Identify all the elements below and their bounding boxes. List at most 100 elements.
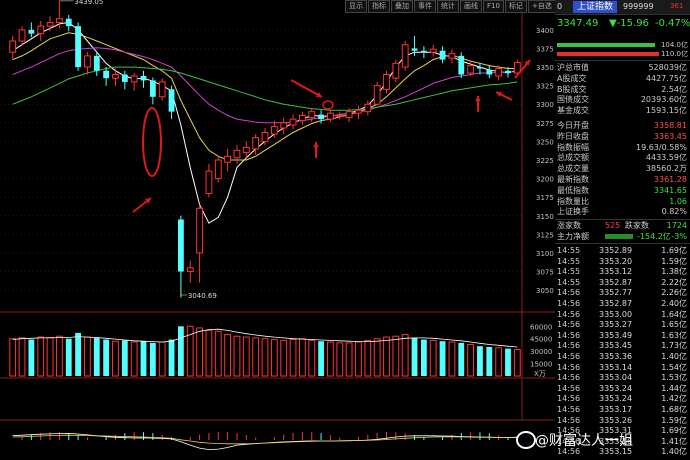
index-name-tab[interactable]: 上证指数 [573, 1, 618, 13]
tick-time: 14:56 [557, 383, 581, 393]
candle-body [448, 53, 456, 59]
high-price-label: 3439.05 [74, 0, 103, 6]
stat-row: 总成交量 38560.2万 [555, 164, 690, 174]
stat-value: 20393.60亿 [640, 95, 687, 105]
toolbar-drawline-button[interactable]: 画线 [460, 0, 482, 13]
tick-row: 14:56 3352.87 2.40亿 [555, 299, 690, 309]
volume-bar [411, 337, 418, 376]
tick-row: 14:56 3353.45 1.73亿 [555, 341, 690, 351]
divider [555, 60, 690, 61]
tick-row: 14:56 3353.17 1.68亿 [555, 405, 690, 415]
volume-bar [168, 339, 175, 376]
candle-body [308, 111, 316, 119]
volume-bar [112, 340, 119, 377]
kline-chart-area[interactable]: 3050 3075 3100 3125 3150 3175 3200 3225 3250 3275… [0, 0, 555, 460]
stat-row: 指数振幅 19.63/0.58% [555, 143, 690, 153]
tick-volume: 2.26亿 [661, 288, 687, 298]
chart-toolbar: 显示 指标 叠加 事件 统计 画线 F10 标记 +自选 返回 [345, 0, 580, 13]
tick-time: 14:56 [557, 394, 581, 404]
tick-price: 3353.36 [599, 352, 633, 361]
tick-price: 3353.27 [599, 320, 633, 330]
tick-price: 3353.17 [599, 405, 633, 414]
tick-row: 14:55 3352.87 2.22亿 [555, 278, 690, 288]
tick-time: 14:56 [557, 309, 581, 319]
toolbar-event-button[interactable]: 事件 [414, 0, 436, 13]
candle-body [420, 50, 427, 53]
volume-bar [37, 336, 45, 377]
candle-body [289, 118, 297, 126]
candle-body [158, 81, 166, 98]
toolbar-overlay-button[interactable]: 叠加 [391, 0, 413, 13]
candle-body [93, 55, 100, 71]
volume-bar [318, 341, 324, 376]
main-netflow: 主力净额 -154.2亿 -3% [555, 232, 690, 242]
volume-bar [46, 336, 54, 377]
panel-index-num: 0 [557, 2, 563, 11]
volume-bar [308, 339, 316, 377]
stat-value: 4433.59亿 [645, 153, 687, 163]
price-tick-label: 3125 [536, 231, 554, 239]
stat-value: 4427.75亿 [645, 73, 687, 83]
price-tick-label: 3175 [536, 194, 554, 202]
volume-bar [75, 332, 81, 376]
ratio-bar-2-fill [557, 52, 659, 56]
tick-volume: 1.65亿 [661, 320, 687, 330]
toolbar-mark-button[interactable]: 标记 [504, 0, 527, 13]
stat-row: 上证换手 0.82% [555, 207, 690, 217]
candle-body [242, 146, 250, 154]
volume-unit-label: X万 [534, 370, 546, 378]
candle-body [168, 89, 175, 112]
volume-tick-label: 15000 [530, 361, 552, 369]
stat-value: 3361.28 [653, 175, 687, 184]
tick-time: 14:56 [557, 352, 581, 361]
stat-label: B股成交 [557, 84, 587, 94]
volume-bar [280, 339, 288, 377]
down-count: 1724 [666, 221, 687, 230]
volume-bar [486, 347, 493, 376]
tick-volume: 1.40亿 [661, 352, 687, 361]
volume-bar [270, 339, 278, 377]
candle-body [486, 70, 493, 75]
tick-volume: 1.38亿 [661, 267, 687, 277]
volume-bar [392, 335, 400, 377]
stat-value: 2.54亿 [661, 84, 687, 94]
toolbar-f10-button[interactable]: F10 [483, 0, 504, 13]
volume-bar [214, 330, 222, 377]
candle-body [392, 62, 400, 79]
volume-bar [467, 344, 474, 377]
volume-bar [383, 336, 390, 377]
volume-bar [252, 337, 260, 377]
tick-time: 14:55 [557, 277, 581, 287]
candle-body [318, 114, 324, 120]
stat-label: 昨日收盘 [557, 131, 589, 141]
toolbar-display-button[interactable]: 显示 [345, 0, 367, 13]
price-tick-label: 3050 [536, 287, 554, 295]
tick-price: 3352.87 [599, 299, 633, 308]
tick-time: 14:56 [557, 415, 581, 425]
volume-tick-label: 60000 [530, 323, 552, 331]
divider [555, 219, 690, 220]
header-flag: 361 [670, 2, 684, 10]
stat-label: 上证换手 [557, 207, 589, 217]
toolbar-stats-button[interactable]: 统计 [437, 0, 459, 13]
toolbar-add-watchlist-button[interactable]: +自选 [527, 0, 556, 13]
volume-bar [513, 348, 521, 377]
tick-price: 3353.24 [599, 383, 633, 393]
volume-bar [233, 335, 241, 377]
tick-row: 14:56 3353.26 1.59亿 [555, 416, 690, 426]
stat-row: 总成交额 4433.59亿 [555, 153, 690, 163]
candle-body [84, 55, 91, 68]
candle-body [355, 109, 362, 114]
volume-bar [458, 342, 465, 376]
tick-volume: 1.53亿 [661, 373, 687, 383]
candle-body [205, 170, 213, 194]
stat-row: 国债成交 20393.60亿 [555, 95, 690, 105]
candle-body [439, 50, 446, 60]
tick-volume: 1.54亿 [661, 362, 687, 372]
ratio-bar-2-value: 110.0亿 [660, 50, 688, 58]
down-count-label: 跌家数 [625, 221, 649, 230]
tick-time: 14:56 [557, 405, 581, 414]
volume-bar [345, 342, 353, 377]
tick-row: 14:56 3352.77 2.26亿 [555, 288, 690, 298]
toolbar-indicator-button[interactable]: 指标 [368, 0, 390, 13]
